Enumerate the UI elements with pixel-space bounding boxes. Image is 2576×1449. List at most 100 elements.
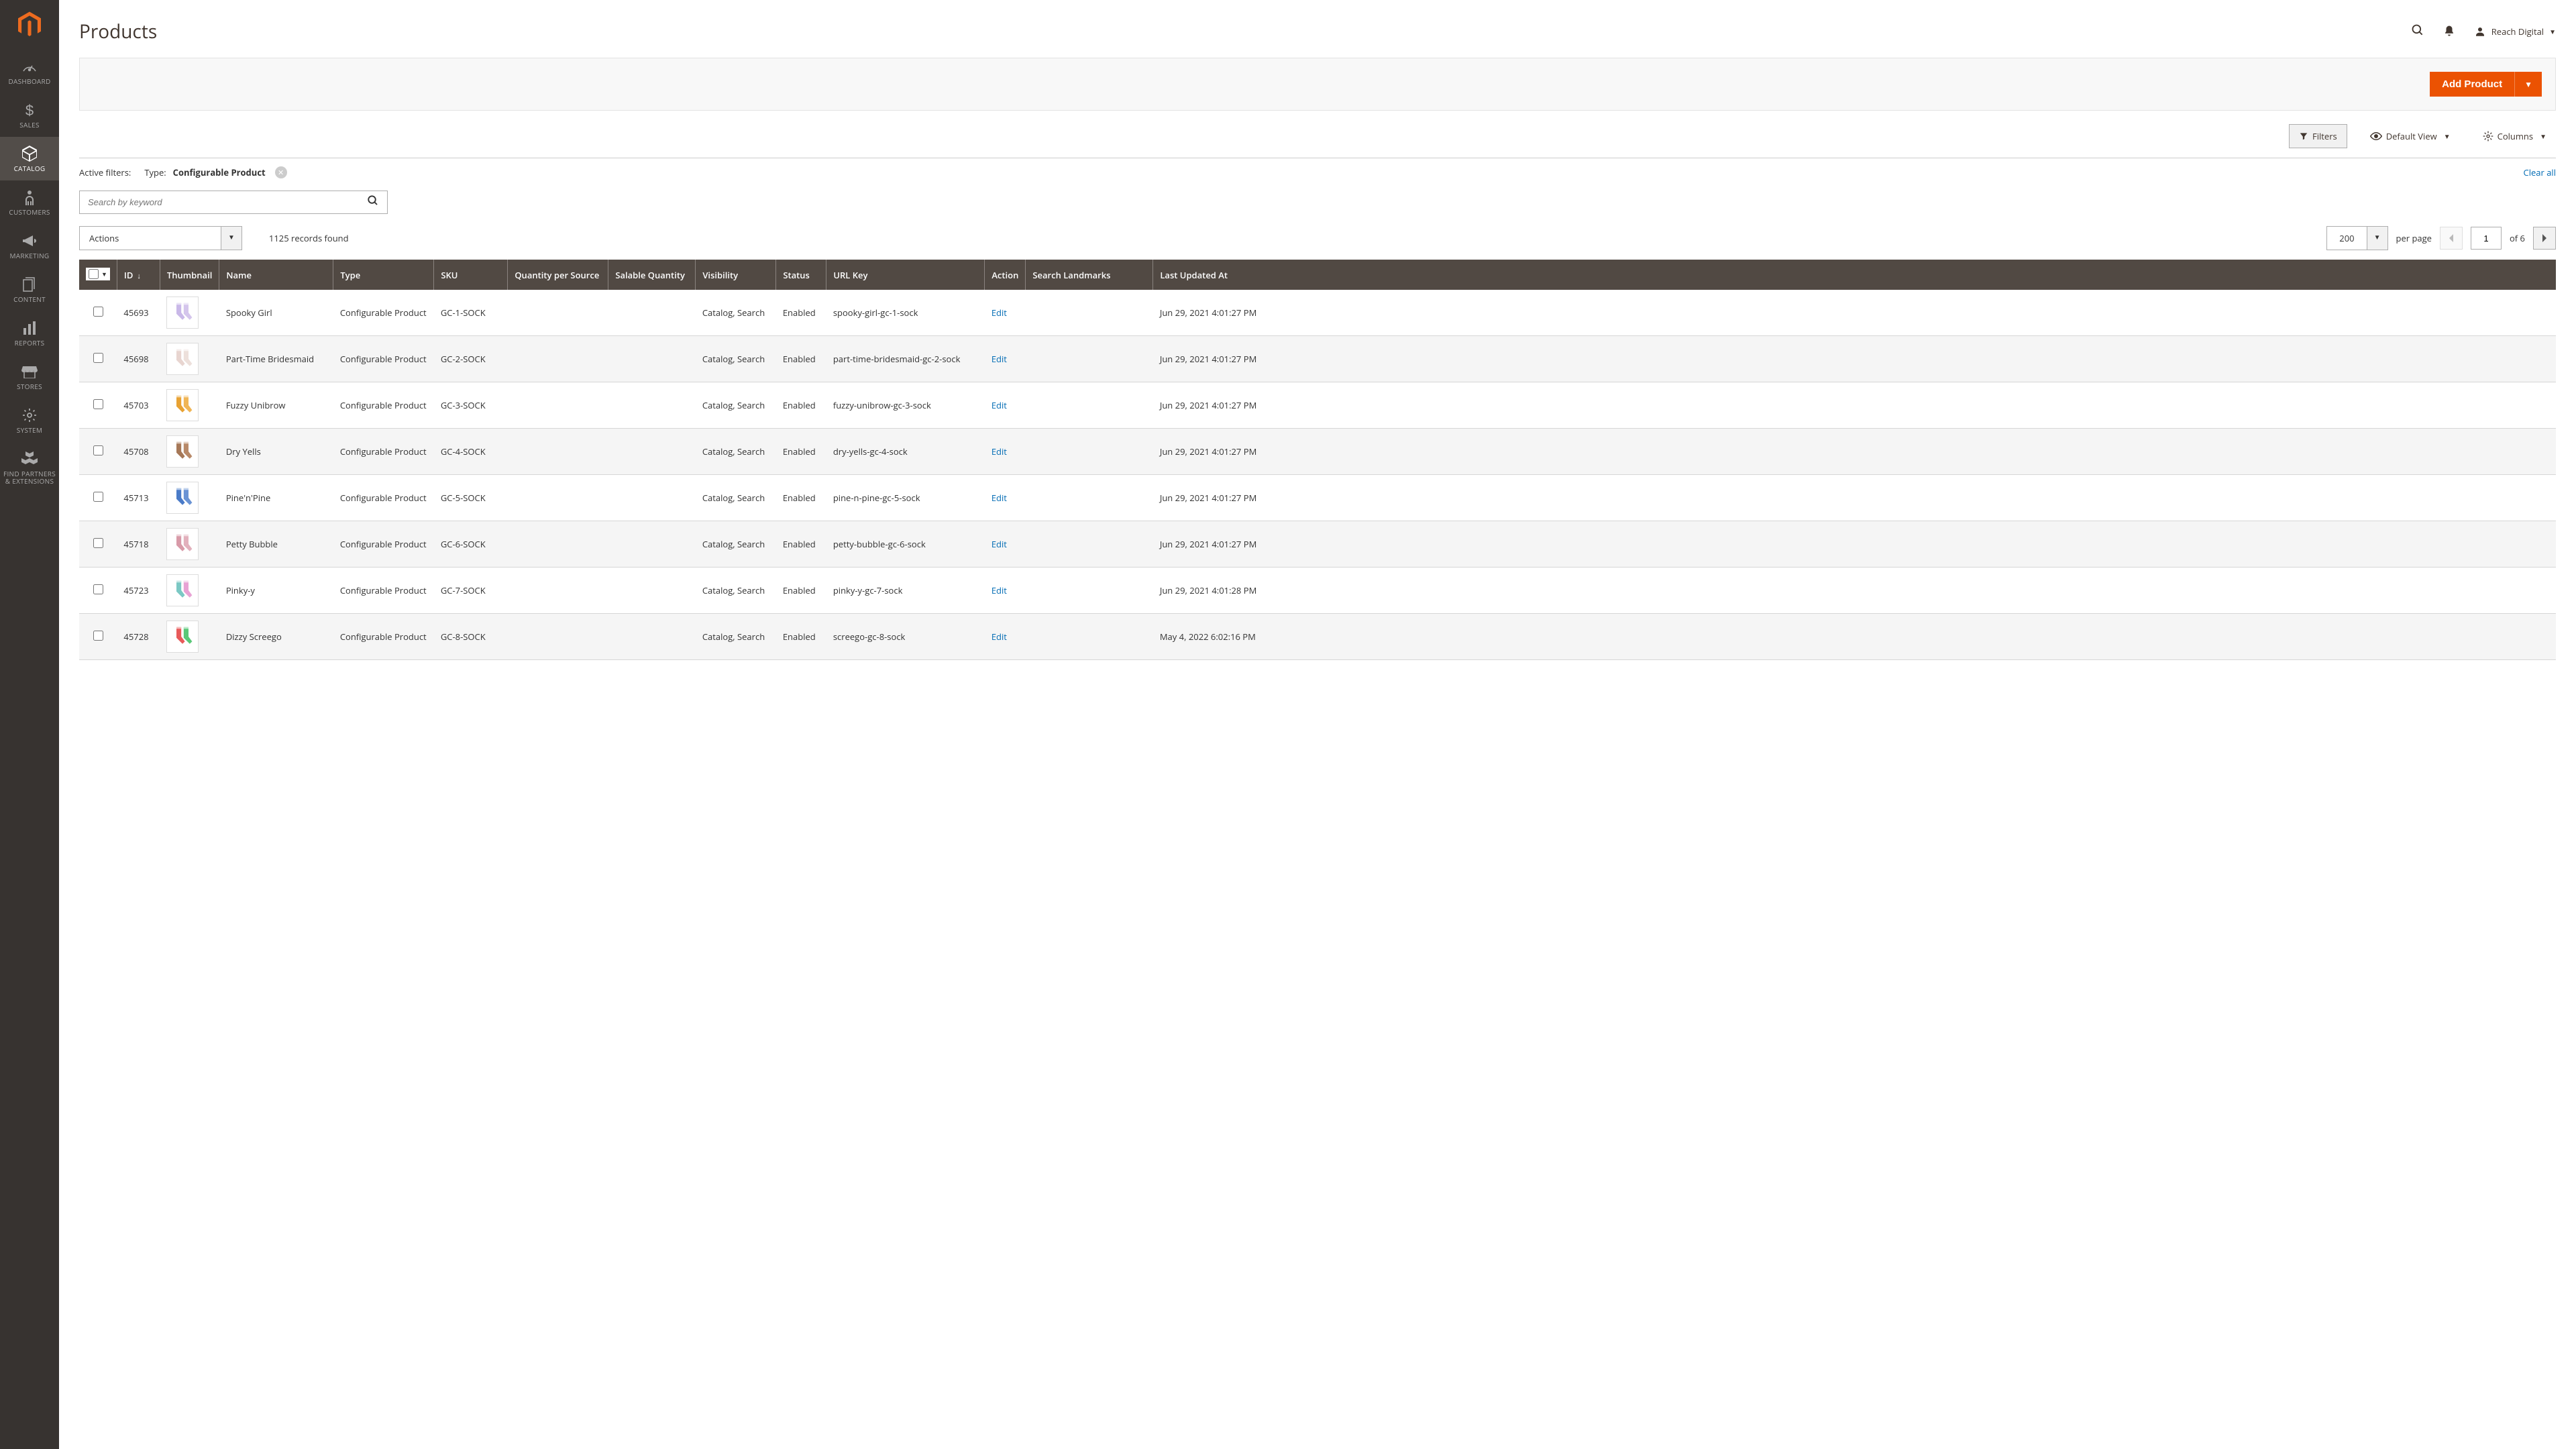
sort-arrow-down-icon: ↓ (137, 271, 141, 281)
row-checkbox[interactable] (93, 445, 103, 455)
column-status[interactable]: Status (776, 260, 826, 290)
row-checkbox[interactable] (93, 307, 103, 317)
cell-qty-per-source (508, 614, 608, 660)
edit-link[interactable]: Edit (991, 631, 1007, 643)
table-row[interactable]: 45713Pine'n'PineConfigurable ProductGC-5… (79, 475, 2556, 521)
column-name[interactable]: Name (219, 260, 333, 290)
sidebar-item-reports[interactable]: REPORTS (0, 311, 59, 355)
product-thumbnail[interactable] (166, 297, 199, 329)
add-product-dropdown-toggle[interactable]: ▼ (2514, 72, 2542, 97)
sidebar-item-dashboard[interactable]: DASHBOARD (0, 50, 59, 93)
sidebar-item-sales[interactable]: $SALES (0, 93, 59, 137)
column-salable-qty[interactable]: Salable Quantity (608, 260, 696, 290)
prev-page-button[interactable] (2440, 227, 2463, 250)
column-select[interactable]: ▼ (79, 260, 117, 290)
gauge-icon (21, 58, 38, 75)
sidebar-item-label: CUSTOMERS (9, 209, 50, 216)
sidebar-item-label: MARKETING (10, 252, 50, 260)
cell-status: Enabled (776, 290, 826, 336)
magento-logo[interactable] (0, 0, 59, 50)
sidebar-item-label: STORES (17, 383, 42, 390)
row-checkbox[interactable] (93, 492, 103, 502)
row-checkbox[interactable] (93, 399, 103, 409)
cell-qty-per-source (508, 568, 608, 614)
column-visibility[interactable]: Visibility (696, 260, 776, 290)
per-page-dropdown[interactable]: 200 ▼ (2326, 226, 2387, 250)
cell-type: Configurable Product (333, 521, 434, 568)
search-input[interactable] (80, 191, 359, 213)
column-sku[interactable]: SKU (434, 260, 508, 290)
product-thumbnail[interactable] (166, 343, 199, 375)
sidebar-item-customers[interactable]: CUSTOMERS (0, 180, 59, 224)
cell-sku: GC-2-SOCK (434, 336, 508, 382)
notifications-icon[interactable] (2443, 23, 2455, 41)
cell-status: Enabled (776, 568, 826, 614)
clear-all-filters[interactable]: Clear all (2524, 166, 2556, 178)
cell-status: Enabled (776, 614, 826, 660)
cell-url-key: pine-n-pine-gc-5-sock (826, 475, 985, 521)
column-thumbnail[interactable]: Thumbnail (160, 260, 219, 290)
bulk-actions-dropdown[interactable]: Actions ▼ (79, 226, 242, 250)
chevron-down-icon: ▼ (2549, 27, 2556, 36)
table-row[interactable]: 45693Spooky GirlConfigurable ProductGC-1… (79, 290, 2556, 336)
column-qty-per-source[interactable]: Quantity per Source (508, 260, 608, 290)
search-icon[interactable] (2411, 23, 2424, 41)
cell-visibility: Catalog, Search (696, 429, 776, 475)
sidebar-item-label: CONTENT (13, 296, 46, 303)
sidebar-item-catalog[interactable]: CATALOG (0, 137, 59, 180)
cell-id: 45703 (117, 382, 160, 429)
cell-sku: GC-3-SOCK (434, 382, 508, 429)
table-row[interactable]: 45708Dry YellsConfigurable ProductGC-4-S… (79, 429, 2556, 475)
default-view-button[interactable]: Default View ▼ (2361, 125, 2460, 148)
grid-toolbar: Filters Default View ▼ Columns ▼ (79, 117, 2556, 158)
select-all-checkbox[interactable] (89, 269, 99, 279)
products-table: ▼ ID↓ Thumbnail Name Type SKU Quantity p… (79, 260, 2556, 660)
row-checkbox[interactable] (93, 584, 103, 594)
edit-link[interactable]: Edit (991, 399, 1007, 411)
edit-link[interactable]: Edit (991, 445, 1007, 458)
sidebar-item-stores[interactable]: STORES (0, 355, 59, 398)
column-last-updated[interactable]: Last Updated At (1153, 260, 2556, 290)
column-action[interactable]: Action (985, 260, 1026, 290)
table-row[interactable]: 45718Petty BubbleConfigurable ProductGC-… (79, 521, 2556, 568)
sidebar-item-system[interactable]: SYSTEM (0, 398, 59, 442)
columns-button[interactable]: Columns ▼ (2473, 125, 2556, 148)
edit-link[interactable]: Edit (991, 353, 1007, 365)
svg-text:$: $ (25, 102, 34, 118)
user-menu[interactable]: Reach Digital ▼ (2474, 25, 2556, 38)
add-product-button[interactable]: Add Product (2430, 72, 2514, 97)
product-thumbnail[interactable] (166, 528, 199, 560)
column-search-landmarks[interactable]: Search Landmarks (1026, 260, 1153, 290)
product-thumbnail[interactable] (166, 482, 199, 514)
filters-button[interactable]: Filters (2289, 124, 2347, 148)
sidebar-item-content[interactable]: CONTENT (0, 268, 59, 311)
product-thumbnail[interactable] (166, 621, 199, 653)
sidebar-item-find-partners-extensions[interactable]: FIND PARTNERS & EXTENSIONS (0, 442, 59, 493)
column-id[interactable]: ID↓ (117, 260, 160, 290)
column-url-key[interactable]: URL Key (826, 260, 985, 290)
table-row[interactable]: 45728Dizzy ScreegoConfigurable ProductGC… (79, 614, 2556, 660)
row-checkbox[interactable] (93, 538, 103, 548)
edit-link[interactable]: Edit (991, 584, 1007, 596)
product-thumbnail[interactable] (166, 389, 199, 421)
search-submit-icon[interactable] (359, 195, 387, 211)
records-count: 1125 records found (269, 232, 349, 244)
table-row[interactable]: 45703Fuzzy UnibrowConfigurable ProductGC… (79, 382, 2556, 429)
next-page-button[interactable] (2533, 227, 2556, 250)
sidebar-item-marketing[interactable]: MARKETING (0, 224, 59, 268)
edit-link[interactable]: Edit (991, 307, 1007, 319)
current-page-input[interactable] (2471, 227, 2502, 250)
table-row[interactable]: 45698Part-Time BridesmaidConfigurable Pr… (79, 336, 2556, 382)
table-row[interactable]: 45723Pinky-yConfigurable ProductGC-7-SOC… (79, 568, 2556, 614)
column-type[interactable]: Type (333, 260, 434, 290)
product-thumbnail[interactable] (166, 574, 199, 606)
row-checkbox[interactable] (93, 353, 103, 363)
edit-link[interactable]: Edit (991, 538, 1007, 550)
product-thumbnail[interactable] (166, 435, 199, 468)
row-checkbox[interactable] (93, 631, 103, 641)
active-filters: Active filters: Type: Configurable Produ… (79, 158, 2556, 186)
user-icon (2474, 25, 2486, 38)
chevron-down-icon: ▼ (2444, 131, 2451, 141)
edit-link[interactable]: Edit (991, 492, 1007, 504)
remove-filter-icon[interactable]: ✕ (275, 166, 287, 178)
